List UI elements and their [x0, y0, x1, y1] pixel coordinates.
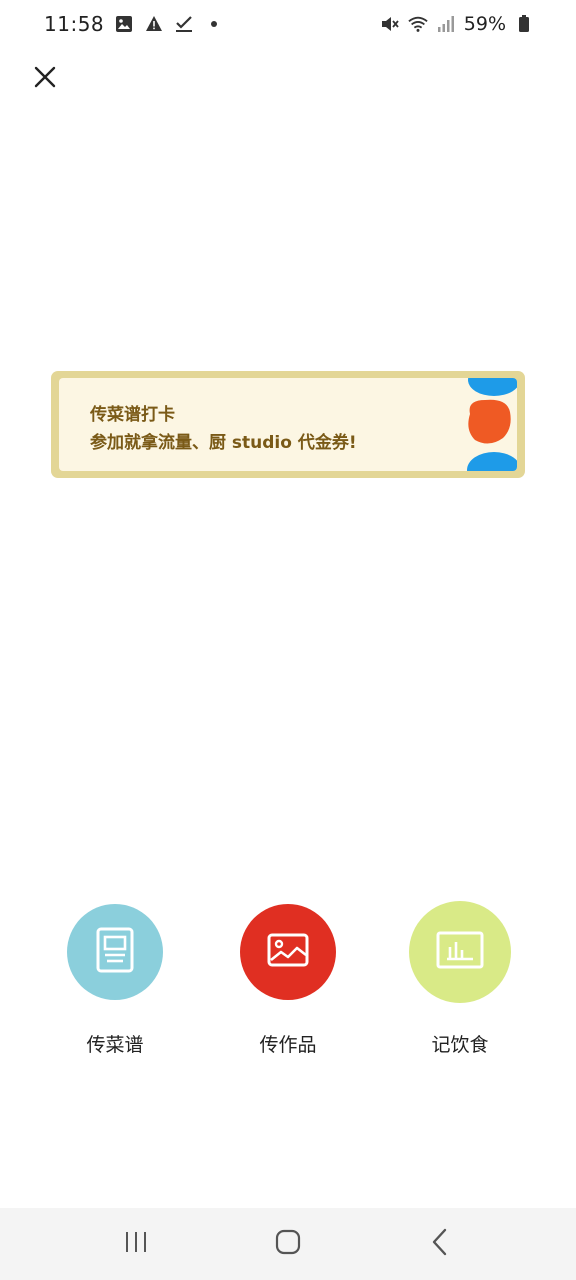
wifi-icon [408, 14, 428, 34]
upload-work-label: 传作品 [259, 1034, 317, 1056]
recipe-icon [95, 926, 135, 978]
battery-icon [514, 14, 534, 34]
banner-inner: 传菜谱打卡 参加就拿流量、厨 studio 代金券! [59, 378, 517, 471]
upload-recipe-button[interactable]: 传菜谱 [55, 900, 175, 1057]
close-icon [34, 66, 56, 92]
status-left: 11:58 [44, 12, 224, 36]
battery-percent: 59% [463, 13, 506, 35]
home-icon [275, 1229, 301, 1259]
warning-icon [144, 14, 164, 34]
log-diet-label: 记饮食 [431, 1034, 489, 1056]
status-right: 59% [380, 13, 534, 35]
back-button[interactable] [410, 1214, 470, 1274]
check-icon [174, 14, 194, 34]
image-icon [266, 932, 310, 972]
close-button[interactable] [24, 58, 66, 100]
banner-subtitle: 参加就拿流量、厨 studio 代金券! [90, 433, 357, 453]
home-button[interactable] [258, 1214, 318, 1274]
status-bar: 11:58 59% [0, 0, 576, 48]
signal-icon [436, 14, 456, 34]
banner-title: 传菜谱打卡 [90, 405, 175, 425]
upload-recipe-label: 传菜谱 [86, 1034, 144, 1056]
back-icon [431, 1228, 449, 1260]
upload-recipe-circle [67, 904, 163, 1000]
recents-icon [123, 1230, 149, 1258]
status-time: 11:58 [44, 12, 105, 36]
log-diet-button[interactable]: 记饮食 [400, 900, 520, 1057]
navigation-bar [0, 1208, 576, 1280]
upload-work-button[interactable]: 传作品 [228, 900, 348, 1057]
gallery-icon [114, 14, 134, 34]
upload-work-circle [240, 904, 336, 1000]
log-diet-circle [409, 901, 511, 1003]
chart-icon [435, 930, 485, 974]
banner-decoration-icon [467, 378, 517, 471]
mute-icon [380, 14, 400, 34]
dot-icon [204, 14, 224, 34]
promo-banner[interactable]: 传菜谱打卡 参加就拿流量、厨 studio 代金券! [51, 371, 525, 478]
recents-button[interactable] [106, 1214, 166, 1274]
action-buttons: 传菜谱 传作品 记饮食 [0, 900, 576, 1070]
screen: 11:58 59% 传菜谱打卡 参加就拿流量、厨 studio 代金券! 传菜谱… [0, 0, 576, 1280]
